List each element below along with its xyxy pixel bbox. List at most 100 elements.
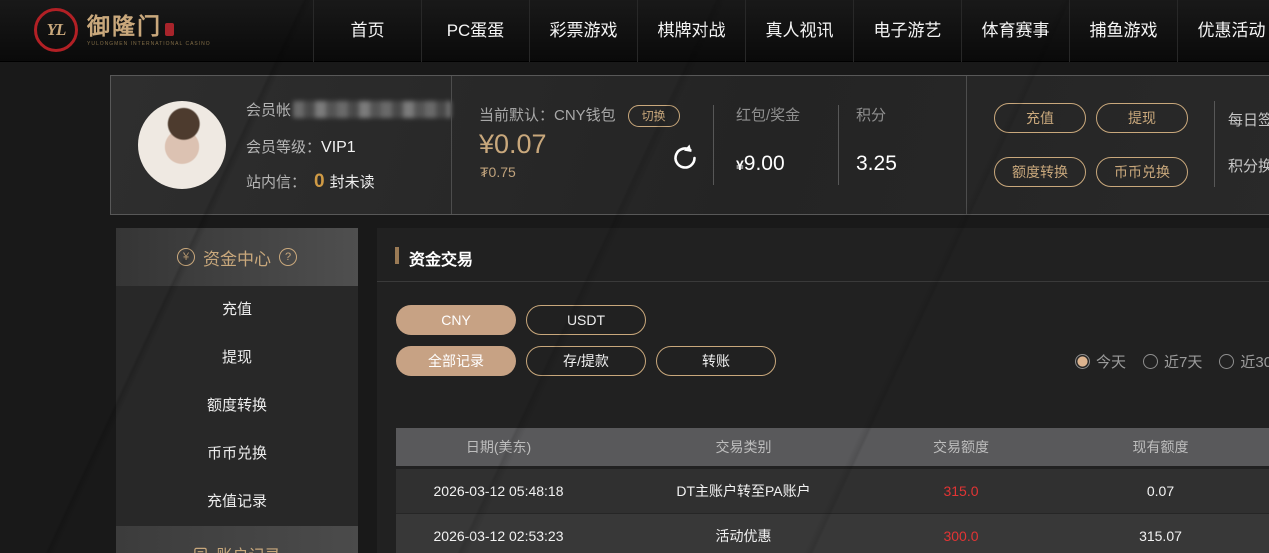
brand-tagline: YULONGMEN INTERNATIONAL CASINO	[87, 41, 211, 47]
points-label: 积分	[856, 104, 886, 125]
quota-transfer-button[interactable]: 额度转换	[994, 157, 1086, 187]
top-nav-bar: YL 御隆门 YULONGMEN INTERNATIONAL CASINO 首页…	[0, 0, 1269, 62]
wallet-default-label: 当前默认：CNY钱包	[479, 107, 616, 124]
date-range-filter: 今天 近7天 近30天	[1075, 351, 1269, 372]
wallet-balance-cny: ¥0.07	[479, 129, 547, 160]
type-tab-deposit-withdraw[interactable]: 存/提款	[526, 346, 646, 376]
radio-selected-icon	[1075, 354, 1090, 369]
deposit-button[interactable]: 充值	[994, 103, 1086, 133]
nav-item-promotions[interactable]: 优惠活动	[1177, 0, 1269, 62]
column-header-amount: 交易额度	[886, 428, 1036, 466]
brand-name: 御隆门	[87, 15, 162, 39]
column-header-date: 日期(美东)	[396, 428, 601, 466]
cell-amount: 300.0	[886, 514, 1036, 553]
nav-item-lottery[interactable]: 彩票游戏	[529, 0, 637, 62]
member-account-blurred	[293, 101, 451, 118]
sidebar-item-deposit[interactable]: 充值	[116, 286, 358, 334]
brand-monogram: YL	[47, 20, 66, 40]
quick-link-points-exchange[interactable]: 积分换钱	[1228, 155, 1269, 176]
cell-amount: 315.0	[886, 469, 1036, 513]
account-records-label: 账户记录	[216, 542, 280, 553]
member-account-row: 会员帐	[246, 99, 451, 120]
divider	[713, 105, 714, 185]
sidebar-section-account-records[interactable]: 账户记录	[116, 526, 358, 553]
type-tab-transfer[interactable]: 转账	[656, 346, 776, 376]
refresh-icon[interactable]	[669, 142, 701, 174]
sidebar-section-funds-center[interactable]: ¥ 资金中心 ?	[116, 228, 358, 286]
radio-icon	[1219, 354, 1234, 369]
member-level-label: 会员等级：	[246, 139, 321, 156]
withdraw-button[interactable]: 提现	[1096, 103, 1188, 133]
nav-item-fishing[interactable]: 捕鱼游戏	[1069, 0, 1177, 62]
divider	[838, 105, 839, 185]
bonus-value: ¥9.00	[736, 152, 785, 176]
title-accent-bar	[395, 247, 399, 264]
sidebar-item-deposit-records[interactable]: 充值记录	[116, 478, 358, 526]
cell-date: 2026-03-12 05:48:18	[396, 469, 601, 513]
help-icon[interactable]: ?	[279, 248, 297, 266]
nav-item-pcdd[interactable]: PC蛋蛋	[421, 0, 529, 62]
brand-seal-icon	[165, 23, 174, 36]
nav-item-sports[interactable]: 体育赛事	[961, 0, 1069, 62]
divider	[1214, 101, 1215, 187]
brand-logo[interactable]: YL 御隆门 YULONGMEN INTERNATIONAL CASINO	[34, 8, 211, 52]
column-header-type: 交易类别	[601, 428, 886, 466]
nav-item-slots[interactable]: 电子游艺	[853, 0, 961, 62]
funds-center-label: 资金中心	[203, 245, 271, 270]
cell-type: 活动优惠	[601, 514, 886, 553]
points-value: 3.25	[856, 152, 897, 176]
type-tab-all-records[interactable]: 全部记录	[396, 346, 516, 376]
nav-item-home[interactable]: 首页	[313, 0, 421, 62]
cell-type: DT主账户转至PA账户	[601, 469, 886, 513]
inbox-suffix: 封未读	[330, 174, 375, 191]
inbox-unread-count: 0	[314, 171, 325, 192]
sidebar-menu: 充值 提现 额度转换 币币兑换 充值记录	[116, 286, 358, 526]
radio-icon	[1143, 354, 1158, 369]
column-header-balance: 现有额度	[1036, 428, 1269, 466]
inbox-label: 站内信：	[246, 174, 306, 191]
coin-icon: ¥	[177, 248, 195, 266]
table-row: 2026-03-12 02:53:23 活动优惠 300.0 315.07	[396, 514, 1269, 553]
table-row: 2026-03-12 05:48:18 DT主账户转至PA账户 315.0 0.…	[396, 469, 1269, 514]
nav-item-live-casino[interactable]: 真人视讯	[745, 0, 853, 62]
coin-exchange-button[interactable]: 币币兑换	[1096, 157, 1188, 187]
cell-balance: 0.07	[1036, 469, 1269, 513]
bonus-label: 红包/奖金	[736, 104, 800, 125]
currency-tab-cny[interactable]: CNY	[396, 305, 516, 335]
radio-30days-label: 近30天	[1240, 351, 1269, 372]
cell-balance: 315.07	[1036, 514, 1269, 553]
dragon-emblem-icon: YL	[34, 8, 78, 52]
brand-text: 御隆门 YULONGMEN INTERNATIONAL CASINO	[87, 13, 211, 47]
member-info-panel: 会员帐 会员等级：VIP1 站内信： 0 封未读 当前默认：CNY钱包切换 ¥0.0…	[110, 75, 1269, 215]
member-level-value: VIP1	[321, 139, 356, 156]
sidebar-item-quota-transfer[interactable]: 额度转换	[116, 382, 358, 430]
sidebar-item-withdraw[interactable]: 提现	[116, 334, 358, 382]
nav-item-board-games[interactable]: 棋牌对战	[637, 0, 745, 62]
avatar	[138, 101, 226, 189]
divider	[451, 76, 452, 214]
nav-menu: 首页 PC蛋蛋 彩票游戏 棋牌对战 真人视讯 电子游艺 体育赛事 捕鱼游戏 优惠…	[313, 0, 1269, 62]
transactions-table: 日期(美东) 交易类别 交易额度 现有额度 2026-03-12 05:48:1…	[396, 428, 1269, 553]
currency-tab-usdt[interactable]: USDT	[526, 305, 646, 335]
bonus-currency: ¥	[736, 157, 744, 173]
quick-link-daily-checkin[interactable]: 每日签到	[1228, 109, 1269, 130]
sidebar: ¥ 资金中心 ? 充值 提现 额度转换 币币兑换 充值记录 账户记录	[116, 228, 358, 553]
member-account-label: 会员帐	[246, 102, 291, 119]
member-inbox-row[interactable]: 站内信： 0 封未读	[246, 171, 375, 193]
radio-7days-label: 近7天	[1164, 351, 1202, 372]
points-amount: 3.25	[856, 152, 897, 175]
radio-last-7-days[interactable]: 近7天	[1143, 351, 1202, 372]
radio-today[interactable]: 今天	[1075, 351, 1126, 372]
sidebar-item-coin-exchange[interactable]: 币币兑换	[116, 430, 358, 478]
member-level-row: 会员等级：VIP1	[246, 136, 356, 157]
page-title: 资金交易	[409, 246, 473, 270]
panel-title-row: 资金交易	[377, 228, 1269, 282]
wallet-switch-button[interactable]: 切换	[628, 105, 680, 127]
ledger-icon	[193, 547, 208, 553]
funds-transaction-panel: 资金交易 CNY USDT 全部记录 存/提款 转账 今天 近7天 近30天 日…	[377, 228, 1269, 553]
wallet-default-row: 当前默认：CNY钱包切换	[479, 104, 680, 127]
cell-date: 2026-03-12 02:53:23	[396, 514, 601, 553]
table-header-row: 日期(美东) 交易类别 交易额度 现有额度	[396, 428, 1269, 466]
bonus-amount: 9.00	[744, 152, 785, 175]
radio-last-30-days[interactable]: 近30天	[1219, 351, 1269, 372]
